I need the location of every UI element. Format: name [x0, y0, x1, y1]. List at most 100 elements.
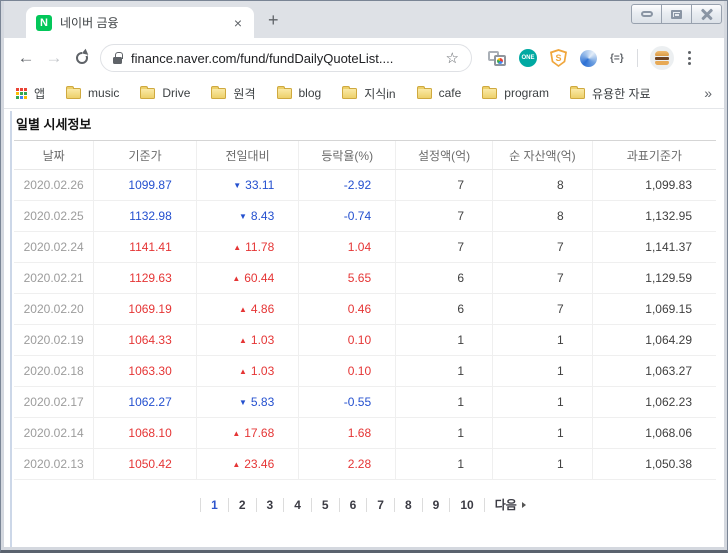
page-link-2[interactable]: 2 [228, 498, 256, 512]
bookmark-item-remote[interactable]: 원격 [211, 85, 255, 102]
page-link-5[interactable]: 5 [311, 498, 339, 512]
maximize-button[interactable] [661, 4, 692, 24]
tab-close-icon[interactable]: × [232, 15, 244, 31]
folder-icon [211, 88, 226, 99]
table-row: 2020.02.201069.19▲4.860.46671,069.15 [14, 294, 716, 325]
next-arrow-icon [522, 502, 526, 508]
tax-base-price-cell: 1,062.23 [592, 387, 716, 417]
day-change-cell: ▲17.68 [196, 418, 298, 448]
close-button[interactable] [691, 4, 722, 24]
up-arrow-icon: ▲ [233, 243, 241, 252]
folder-icon [342, 88, 357, 99]
base-price-cell: 1141.41 [93, 232, 195, 262]
tab-strip: N 네이버 금융 × + [4, 1, 724, 38]
net-asset-cell: 7 [492, 232, 592, 262]
folder-icon [140, 88, 155, 99]
change-rate-cell: 1.68 [298, 418, 395, 448]
page-link-1[interactable]: 1 [200, 498, 228, 512]
day-change-cell: ▲4.86 [196, 294, 298, 324]
bookmark-item-music[interactable]: music [66, 86, 119, 100]
day-change-cell: ▼33.11 [196, 170, 298, 200]
folder-icon [417, 88, 432, 99]
bookmark-item-blog[interactable]: blog [277, 86, 322, 100]
down-arrow-icon: ▼ [239, 212, 247, 221]
date-cell: 2020.02.21 [14, 263, 93, 293]
address-bar[interactable]: finance.naver.com/fund/fundDailyQuoteLis… [100, 44, 472, 72]
shield-extension-icon[interactable]: S [550, 49, 567, 67]
date-cell: 2020.02.14 [14, 418, 93, 448]
page-link-9[interactable]: 9 [422, 498, 450, 512]
setup-amount-cell: 1 [395, 356, 492, 386]
date-cell: 2020.02.25 [14, 201, 93, 231]
profile-avatar[interactable] [650, 46, 674, 70]
base-price-cell: 1099.87 [93, 170, 195, 200]
up-arrow-icon: ▲ [232, 274, 240, 283]
date-cell: 2020.02.17 [14, 387, 93, 417]
change-rate-cell: 1.04 [298, 232, 395, 262]
table-row: 2020.02.171062.27▼5.83-0.55111,062.23 [14, 387, 716, 418]
page-link-4[interactable]: 4 [283, 498, 311, 512]
bookmarks-overflow-icon[interactable]: » [704, 85, 712, 101]
net-asset-cell: 7 [492, 294, 592, 324]
date-cell: 2020.02.26 [14, 170, 93, 200]
tax-base-price-cell: 1,129.59 [592, 263, 716, 293]
up-arrow-icon: ▲ [232, 429, 240, 438]
page-link-8[interactable]: 8 [394, 498, 422, 512]
page-content: 일별 시세정보 날짜 기준가 전일대비 등락율(%) 설정액(억) 순 자산액(… [4, 109, 724, 547]
apps-button[interactable]: 앱 [16, 85, 45, 102]
minimize-icon [641, 11, 653, 17]
bookmark-item-drive[interactable]: Drive [140, 86, 190, 100]
browser-tab[interactable]: N 네이버 금융 × [26, 7, 254, 38]
bookmark-item-cafe[interactable]: cafe [417, 86, 462, 100]
net-asset-cell: 8 [492, 201, 592, 231]
header-day-change: 전일대비 [196, 141, 298, 169]
bookmark-item-useful[interactable]: 유용한 자료 [570, 85, 651, 102]
bookmark-item-jisikin[interactable]: 지식in [342, 85, 395, 102]
one-extension-icon[interactable]: ONE [519, 49, 537, 67]
day-change-cell: ▲11.78 [196, 232, 298, 262]
table-row: 2020.02.211129.63▲60.445.65671,129.59 [14, 263, 716, 294]
tax-base-price-cell: 1,050.38 [592, 449, 716, 479]
maximize-icon [671, 10, 682, 19]
net-asset-cell: 1 [492, 387, 592, 417]
tax-base-price-cell: 1,132.95 [592, 201, 716, 231]
setup-amount-cell: 7 [395, 170, 492, 200]
base-price-cell: 1132.98 [93, 201, 195, 231]
braces-extension-icon[interactable]: {=} [610, 53, 624, 64]
header-net-asset: 순 자산액(억) [492, 141, 592, 169]
header-date: 날짜 [14, 141, 93, 169]
new-tab-button[interactable]: + [268, 10, 279, 31]
minimize-button[interactable] [631, 4, 662, 24]
bookmark-star-icon[interactable]: ☆ [446, 49, 459, 67]
page-link-6[interactable]: 6 [339, 498, 367, 512]
setup-amount-cell: 6 [395, 263, 492, 293]
page-link-7[interactable]: 7 [366, 498, 394, 512]
page-link-10[interactable]: 10 [449, 498, 483, 512]
table-row: 2020.02.251132.98▼8.43-0.74781,132.95 [14, 201, 716, 232]
swirl-extension-icon[interactable] [580, 50, 597, 67]
day-change-cell: ▼8.43 [196, 201, 298, 231]
lock-icon [113, 57, 122, 64]
tab-title: 네이버 금융 [60, 14, 224, 31]
cast-extension-icon[interactable] [488, 51, 506, 66]
down-arrow-icon: ▼ [233, 181, 241, 190]
forward-button[interactable]: → [40, 44, 68, 72]
down-arrow-icon: ▼ [239, 398, 247, 407]
bookmark-item-program[interactable]: program [482, 86, 549, 100]
back-button[interactable]: ← [12, 44, 40, 72]
net-asset-cell: 8 [492, 170, 592, 200]
table-row: 2020.02.141068.10▲17.681.68111,068.06 [14, 418, 716, 449]
base-price-cell: 1068.10 [93, 418, 195, 448]
page-link-3[interactable]: 3 [256, 498, 284, 512]
reload-button[interactable] [68, 44, 96, 72]
browser-menu-button[interactable] [682, 51, 697, 65]
next-page-button[interactable]: 다음 [484, 498, 530, 512]
date-cell: 2020.02.24 [14, 232, 93, 262]
net-asset-cell: 7 [492, 263, 592, 293]
net-asset-cell: 1 [492, 449, 592, 479]
setup-amount-cell: 6 [395, 294, 492, 324]
change-rate-cell: -0.74 [298, 201, 395, 231]
day-change-cell: ▲23.46 [196, 449, 298, 479]
net-asset-cell: 1 [492, 418, 592, 448]
day-change-cell: ▲1.03 [196, 356, 298, 386]
